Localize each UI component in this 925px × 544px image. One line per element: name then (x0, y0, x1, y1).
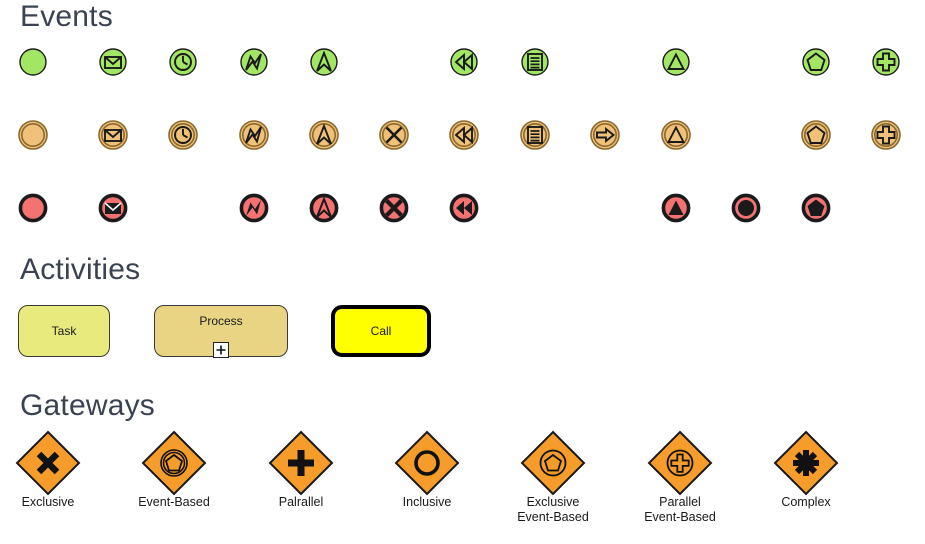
escalation-event-icon (309, 120, 339, 150)
end-none-event-icon[interactable] (9, 184, 57, 232)
message-event-icon (98, 193, 128, 223)
end-signal-event-icon[interactable] (792, 184, 840, 232)
compensation-event-icon (449, 193, 479, 223)
gateway-label: Complex (781, 495, 831, 509)
intermediate-error-event-icon[interactable] (230, 111, 278, 159)
gateways-row: Exclusive Event-Based Palrallel Inclusive Ex… (0, 428, 925, 544)
start-events (0, 38, 925, 88)
timer-event-icon (169, 48, 197, 76)
intermediate-events (0, 111, 925, 161)
end-terminate-event-icon[interactable] (722, 184, 770, 232)
activity-call[interactable]: Call (331, 305, 431, 357)
gateway-label: Exclusive (21, 495, 75, 509)
gateway-label: Event-Based (138, 495, 210, 509)
end-escalation-triangle-event-icon[interactable] (652, 184, 700, 232)
intermediate-conditional-event-icon[interactable] (511, 111, 559, 159)
end-compensation-event-icon[interactable] (440, 184, 488, 232)
end-cancel-event-icon[interactable] (370, 184, 418, 232)
intermediate-multiple-event-icon[interactable] (862, 111, 910, 159)
none-event-icon (19, 48, 47, 76)
escalation-event-icon (310, 48, 338, 76)
intermediate-compensation-event-icon[interactable] (440, 111, 488, 159)
event-based-gateway-icon (141, 430, 207, 496)
error-event-icon (239, 193, 269, 223)
gateway-exclusive-gateway[interactable]: Exclusive (0, 428, 108, 510)
end-error-event-icon[interactable] (230, 184, 278, 232)
complex-gateway-icon (773, 430, 839, 496)
exclusive-gateway-icon (15, 430, 81, 496)
activity-task[interactable]: Task (18, 305, 110, 357)
timer-event-icon (168, 120, 198, 150)
escalation-triangle-event-icon (661, 193, 691, 223)
signal-event-icon (802, 48, 830, 76)
activity-process-label: Process (199, 314, 243, 328)
gateway-label: Exclusive Event-Based (517, 495, 589, 524)
activity-process[interactable]: Process (154, 305, 288, 358)
parallel-event-based-gateway-icon (647, 430, 713, 496)
escalation-triangle-event-icon (662, 48, 690, 76)
gateway-label: Parallel Event-Based (644, 495, 716, 524)
terminate-event-icon (731, 193, 761, 223)
activity-call-label: Call (370, 324, 392, 338)
gateway-parallel-event-based-gateway[interactable]: Parallel Event-Based (620, 428, 740, 525)
start-compensation-event-icon[interactable] (440, 38, 488, 86)
escalation-triangle-event-icon (661, 120, 691, 150)
gateway-exclusive-event-based-gateway[interactable]: Exclusive Event-Based (493, 428, 613, 525)
start-escalation-event-icon[interactable] (300, 38, 348, 86)
start-signal-event-icon[interactable] (792, 38, 840, 86)
compensation-event-icon (450, 48, 478, 76)
start-conditional-event-icon[interactable] (511, 38, 559, 86)
cancel-event-icon (379, 120, 409, 150)
intermediate-message-event-icon[interactable] (89, 111, 137, 159)
collapsed-subprocess-plus-icon[interactable] (213, 342, 229, 358)
signal-event-icon (801, 193, 831, 223)
end-events (0, 184, 925, 234)
start-timer-event-icon[interactable] (159, 38, 207, 86)
link-event-icon (590, 120, 620, 150)
message-event-icon (98, 120, 128, 150)
error-event-icon (239, 120, 269, 150)
multiple-event-icon (871, 120, 901, 150)
multiple-event-icon (872, 48, 900, 76)
signal-event-icon (801, 120, 831, 150)
compensation-event-icon (449, 120, 479, 150)
page-title-gateways: Gateways (20, 389, 155, 422)
page-title-activities: Activities (20, 253, 141, 286)
message-event-icon (99, 48, 127, 76)
conditional-event-icon (520, 120, 550, 150)
end-escalation-event-icon[interactable] (300, 184, 348, 232)
gateway-inclusive-gateway[interactable]: Inclusive (367, 428, 487, 510)
intermediate-escalation-triangle-event-icon[interactable] (652, 111, 700, 159)
start-multiple-event-icon[interactable] (862, 38, 910, 86)
gateway-complex-gateway[interactable]: Complex (746, 428, 866, 510)
start-message-event-icon[interactable] (89, 38, 137, 86)
none-event-icon (18, 120, 48, 150)
intermediate-signal-event-icon[interactable] (792, 111, 840, 159)
start-none-event-icon[interactable] (9, 38, 57, 86)
start-error-event-icon[interactable] (230, 38, 278, 86)
gateway-label: Inclusive (402, 495, 452, 509)
page-title-events: Events (20, 0, 113, 33)
gateway-event-based-gateway[interactable]: Event-Based (114, 428, 234, 510)
start-escalation-triangle-event-icon[interactable] (652, 38, 700, 86)
escalation-event-icon (309, 193, 339, 223)
none-event-icon (18, 193, 48, 223)
cancel-event-icon (379, 193, 409, 223)
intermediate-cancel-event-icon[interactable] (370, 111, 418, 159)
gateway-label: Palrallel (278, 495, 324, 509)
intermediate-escalation-event-icon[interactable] (300, 111, 348, 159)
intermediate-none-event-icon[interactable] (9, 111, 57, 159)
intermediate-link-event-icon[interactable] (581, 111, 629, 159)
end-message-event-icon[interactable] (89, 184, 137, 232)
gateway-parallel-gateway[interactable]: Palrallel (241, 428, 361, 510)
inclusive-gateway-icon (394, 430, 460, 496)
parallel-gateway-icon (268, 430, 334, 496)
conditional-event-icon (521, 48, 549, 76)
error-event-icon (240, 48, 268, 76)
activity-task-label: Task (51, 324, 77, 338)
exclusive-event-based-gateway-icon (520, 430, 586, 496)
activities-row: Task Process Call (0, 300, 925, 370)
intermediate-timer-event-icon[interactable] (159, 111, 207, 159)
